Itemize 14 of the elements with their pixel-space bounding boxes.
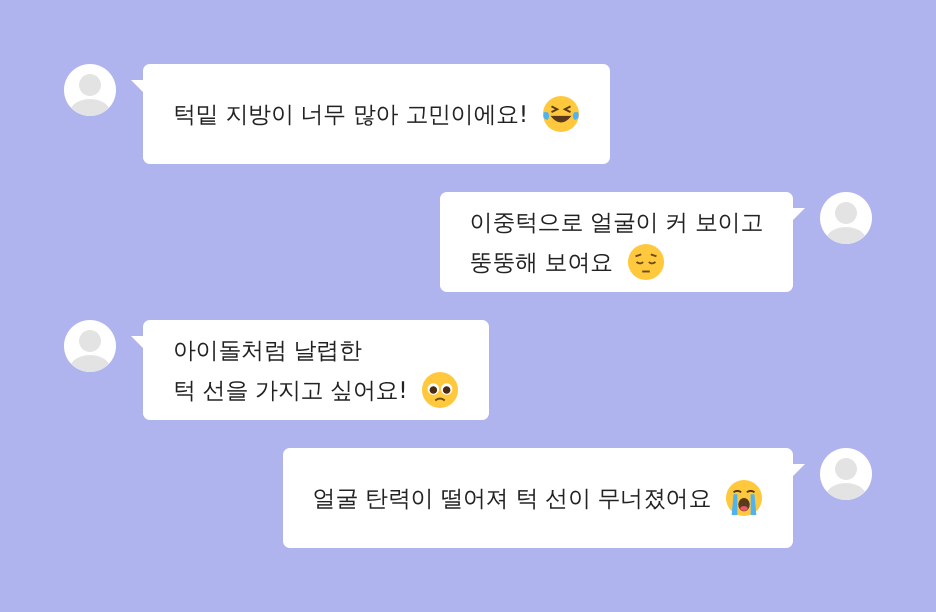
crying-face-icon [725,479,763,517]
avatar-icon [820,448,872,500]
avatar-icon [820,192,872,244]
message-text: 이중턱으로 얼굴이 커 보이고 [470,208,763,238]
laughing-face-icon [542,95,580,133]
avatar-icon [64,320,116,372]
message-text: 아이돌처럼 날렵한 [173,336,362,366]
sad-face-icon [626,243,665,281]
message-text: 뚱뚱해 보여요 [470,248,613,278]
message-text: 턱 선을 가지고 싶어요! [173,376,408,406]
message-text: 얼굴 탄력이 떨어져 턱 선이 무너졌어요 [312,484,711,514]
pleading-face-icon [421,371,460,409]
message-text: 턱밑 지방이 너무 많아 고민이에요! [173,100,528,130]
avatar-icon [64,64,116,116]
